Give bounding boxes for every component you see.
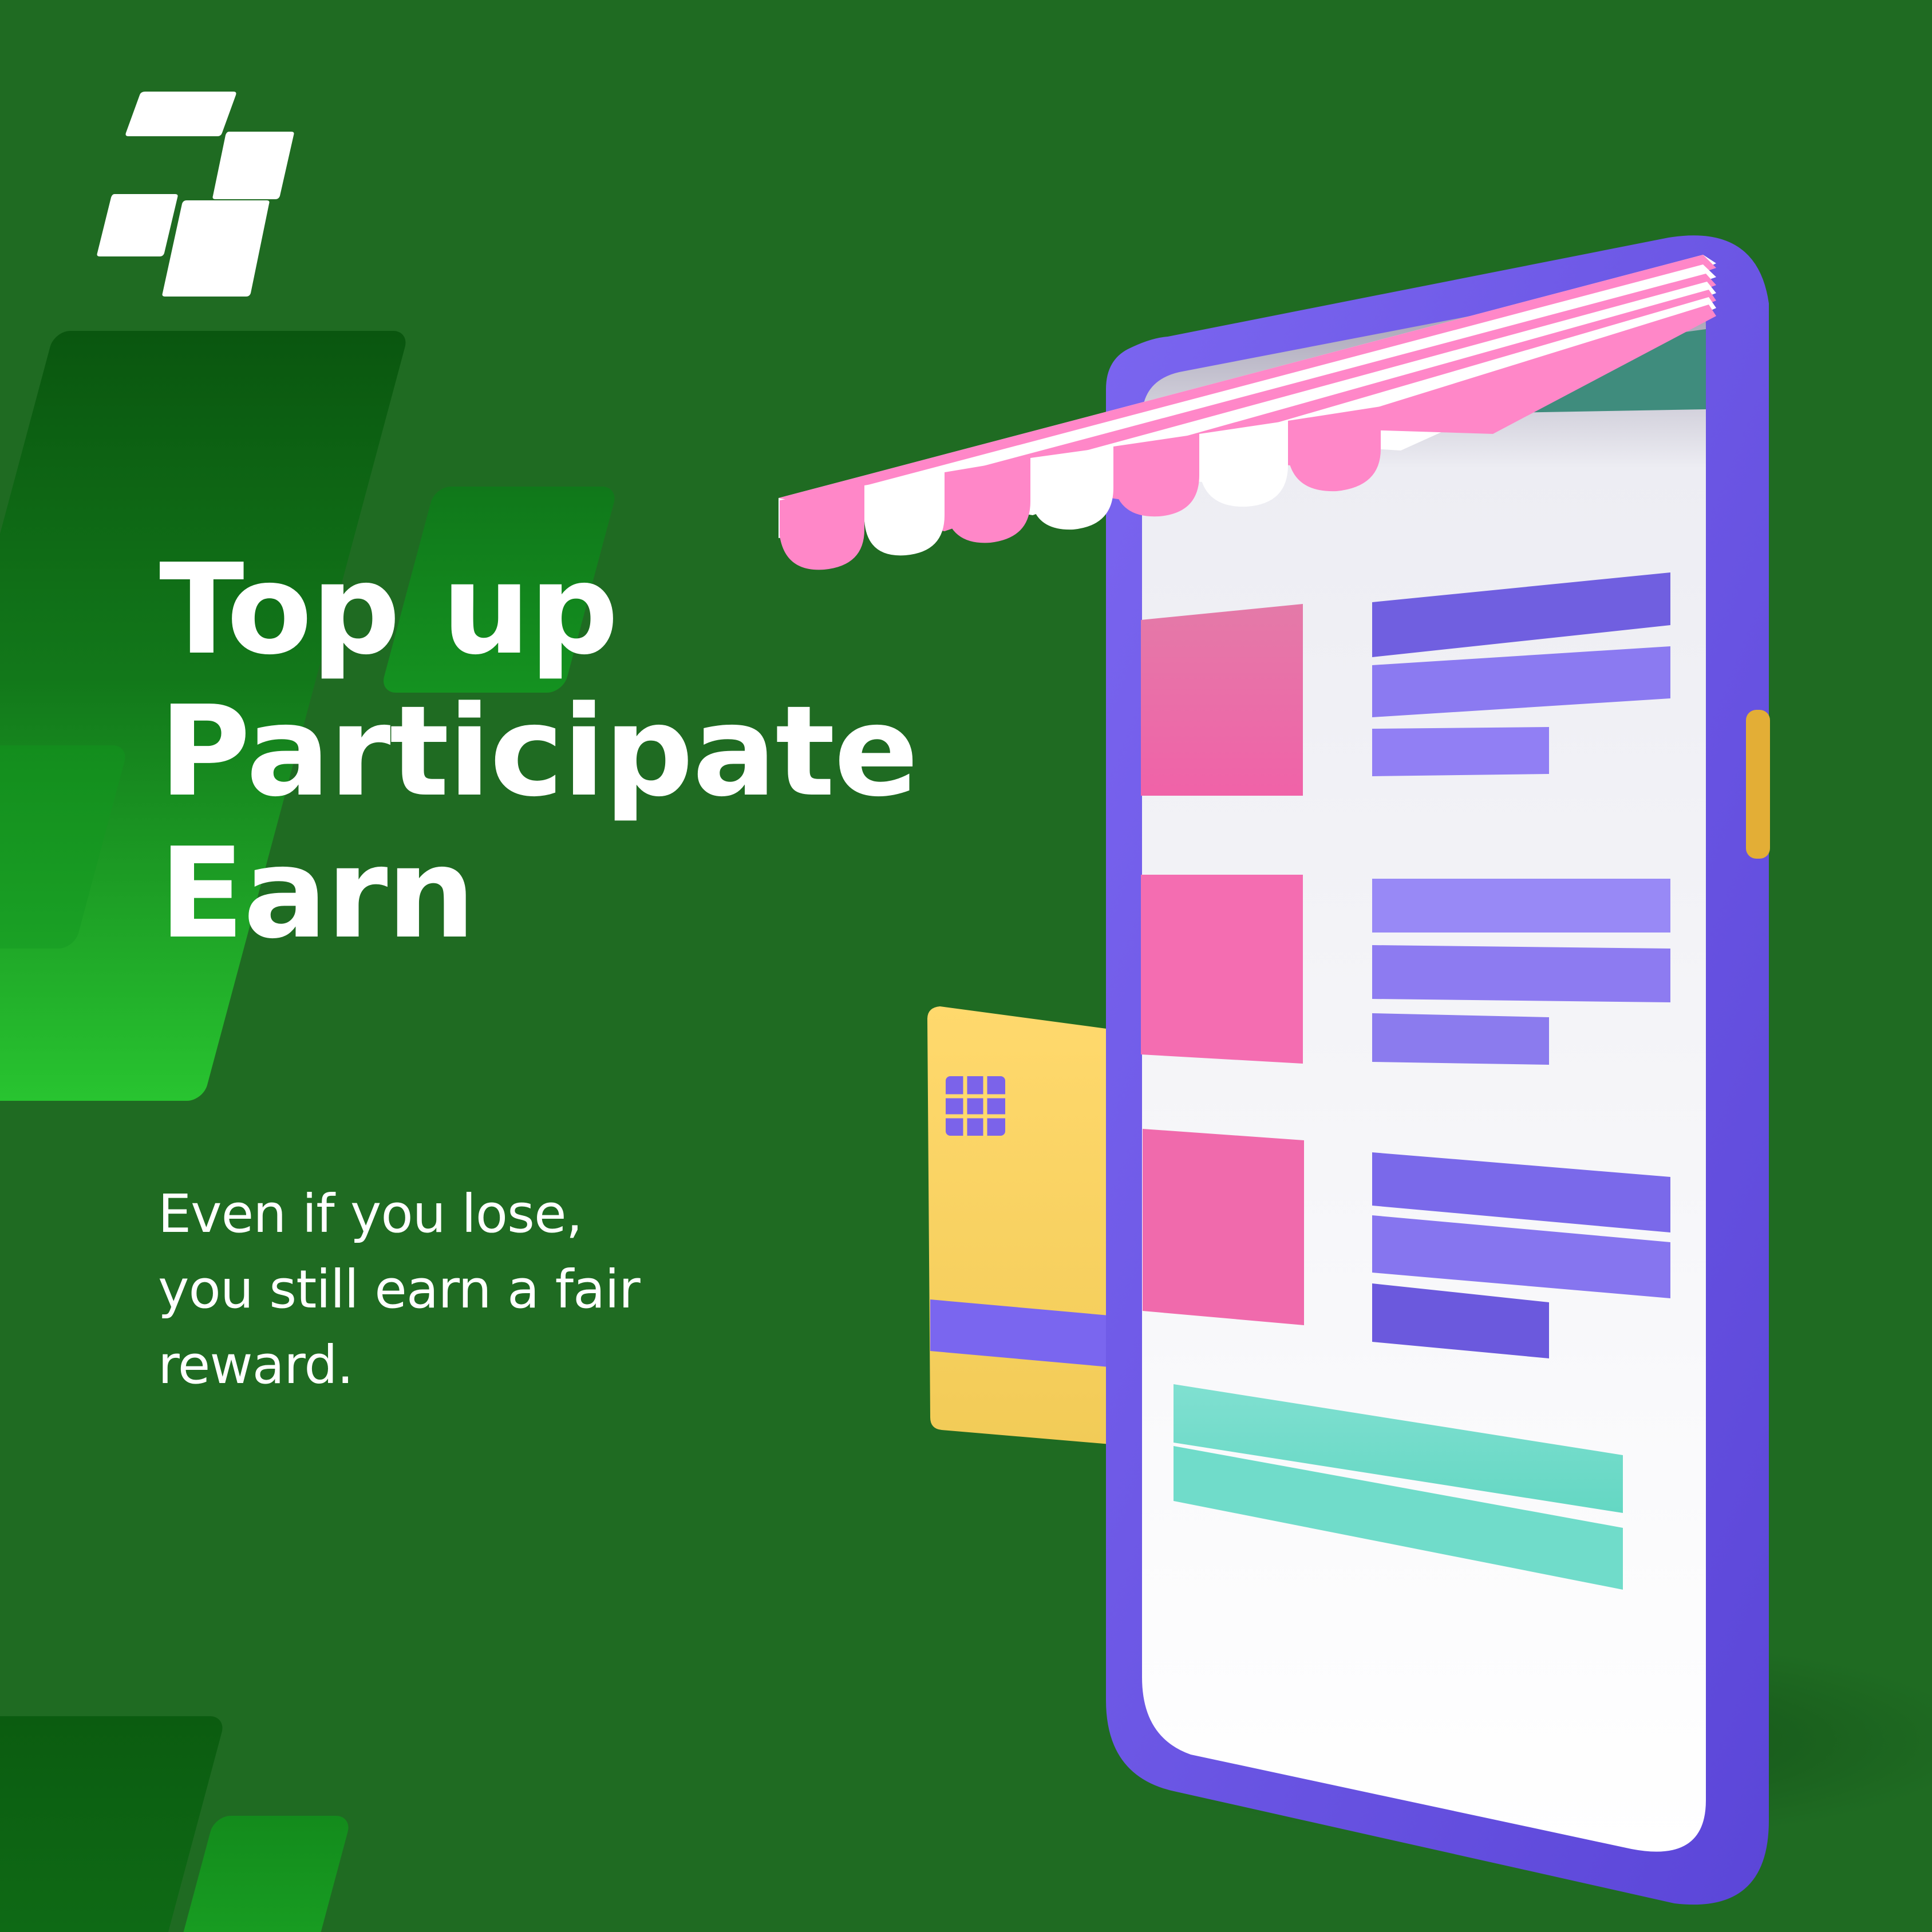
background-panel-bottom-small [175,1816,352,1932]
credit-card-icon [927,1006,1122,1445]
hero-subcopy: Even if you lose, you still earn a fair … [158,1176,845,1403]
smartphone-storefront-icon [779,235,1932,1905]
storefront-illustration [756,218,1932,1932]
card-chip-icon [946,1076,1005,1136]
subcopy-line-2: you still earn a fair [158,1259,641,1320]
promo-canvas: Top up Participate Earn Even if you lose… [0,0,1932,1932]
parallelogram-blocks-logo-icon [97,92,294,297]
brand-logo [93,89,299,298]
subcopy-line-1: Even if you lose, [158,1183,583,1244]
subcopy-line-3: reward. [158,1334,354,1396]
